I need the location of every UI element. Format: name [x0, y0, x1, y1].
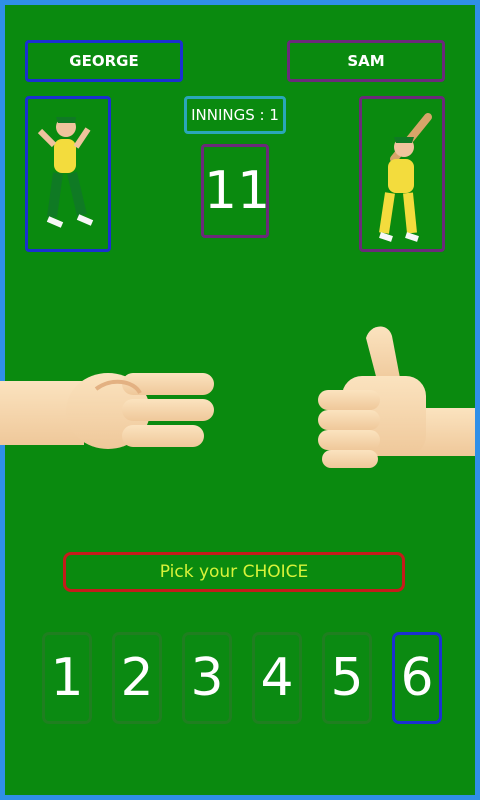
- batsman-portrait: [359, 96, 445, 252]
- thumbs-up-hand-icon: [318, 326, 475, 468]
- player-right-name: SAM: [287, 40, 445, 82]
- score-display: 11: [201, 144, 270, 238]
- innings-indicator: INNINGS : 1: [184, 96, 286, 134]
- choice-button-4[interactable]: 4: [252, 632, 302, 724]
- choice-button-3[interactable]: 3: [182, 632, 232, 724]
- choice-button-5[interactable]: 5: [322, 632, 372, 724]
- status-message: Pick your CHOICE: [63, 552, 405, 592]
- player-left-name: GEORGE: [25, 40, 183, 82]
- right-hand: [318, 320, 475, 470]
- three-fingers-hand-icon: [0, 373, 214, 449]
- choice-button-6[interactable]: 6: [392, 632, 442, 724]
- choice-button-1[interactable]: 1: [42, 632, 92, 724]
- batsman-icon: [379, 113, 432, 242]
- bowler-icon: [37, 117, 94, 228]
- left-hand: [0, 355, 220, 465]
- choice-button-2[interactable]: 2: [112, 632, 162, 724]
- bowler-portrait: [25, 96, 111, 252]
